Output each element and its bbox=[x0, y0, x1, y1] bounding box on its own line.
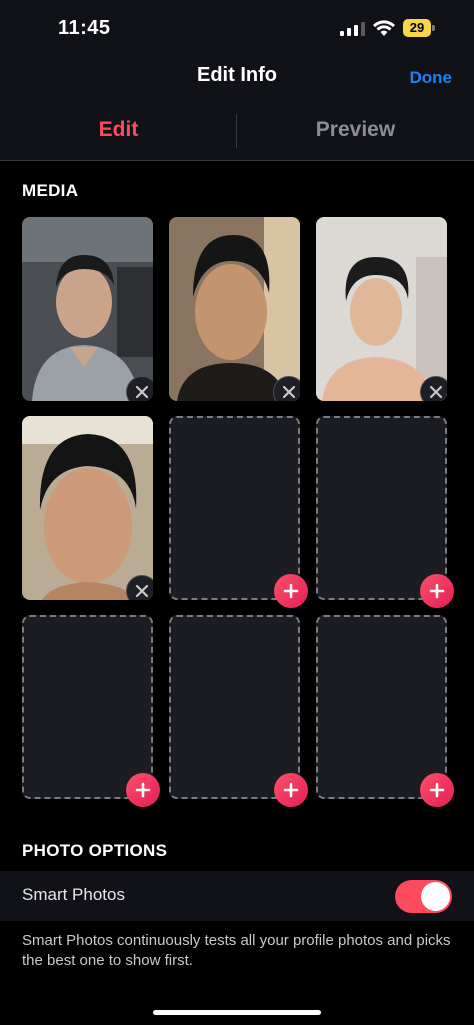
page-title: Edit Info bbox=[197, 64, 277, 86]
nav-header: Edit Info Done bbox=[0, 56, 474, 100]
done-button[interactable]: Done bbox=[410, 68, 453, 88]
smart-photos-label: Smart Photos bbox=[22, 885, 125, 904]
plus-icon bbox=[283, 583, 299, 599]
battery-tip bbox=[432, 25, 435, 31]
tab-edit[interactable]: Edit bbox=[0, 118, 237, 142]
media-slot-7[interactable] bbox=[22, 615, 153, 799]
plus-icon bbox=[429, 583, 445, 599]
edit-info-screen: 11:45 29 Edit Info Done Edit Preview MED… bbox=[0, 0, 474, 1025]
status-bar: 11:45 29 bbox=[0, 0, 474, 56]
media-slot-3[interactable] bbox=[316, 217, 447, 401]
remove-photo-button[interactable] bbox=[420, 376, 447, 401]
remove-photo-button[interactable] bbox=[126, 376, 153, 401]
wifi-icon bbox=[373, 20, 395, 36]
media-slot-8[interactable] bbox=[169, 615, 300, 799]
remove-photo-button[interactable] bbox=[273, 376, 300, 401]
media-slot-2[interactable] bbox=[169, 217, 300, 401]
tab-bar: Edit Preview bbox=[0, 100, 474, 161]
media-slot-6[interactable] bbox=[316, 416, 447, 600]
close-icon bbox=[429, 385, 443, 399]
profile-photo-4 bbox=[22, 416, 153, 600]
media-heading: MEDIA bbox=[22, 181, 79, 200]
profile-photo-2 bbox=[169, 217, 300, 401]
add-photo-button[interactable] bbox=[420, 773, 454, 807]
plus-icon bbox=[283, 782, 299, 798]
status-time: 11:45 bbox=[58, 17, 111, 39]
smart-photos-description: Smart Photos continuously tests all your… bbox=[22, 932, 451, 969]
plus-icon bbox=[135, 782, 151, 798]
remove-photo-button[interactable] bbox=[126, 575, 153, 600]
media-grid bbox=[22, 217, 454, 807]
media-slot-5[interactable] bbox=[169, 416, 300, 600]
media-slot-1[interactable] bbox=[22, 217, 153, 401]
close-icon bbox=[135, 584, 149, 598]
smart-photos-toggle[interactable] bbox=[395, 880, 452, 913]
profile-photo-1 bbox=[22, 217, 153, 401]
close-icon bbox=[282, 385, 296, 399]
add-photo-button[interactable] bbox=[126, 773, 160, 807]
add-photo-button[interactable] bbox=[274, 773, 308, 807]
media-slot-9[interactable] bbox=[316, 615, 447, 799]
media-slot-4[interactable] bbox=[22, 416, 153, 600]
tab-preview[interactable]: Preview bbox=[237, 118, 474, 142]
add-photo-button[interactable] bbox=[420, 574, 454, 608]
battery-icon: 29 bbox=[403, 19, 431, 37]
add-photo-button[interactable] bbox=[274, 574, 308, 608]
smart-photos-row: Smart Photos bbox=[0, 871, 474, 921]
home-indicator[interactable] bbox=[153, 1010, 321, 1015]
toggle-knob bbox=[421, 882, 450, 911]
profile-photo-3 bbox=[316, 217, 447, 401]
photo-options-heading: PHOTO OPTIONS bbox=[22, 841, 168, 860]
plus-icon bbox=[429, 782, 445, 798]
signal-icon bbox=[340, 22, 365, 36]
close-icon bbox=[135, 385, 149, 399]
